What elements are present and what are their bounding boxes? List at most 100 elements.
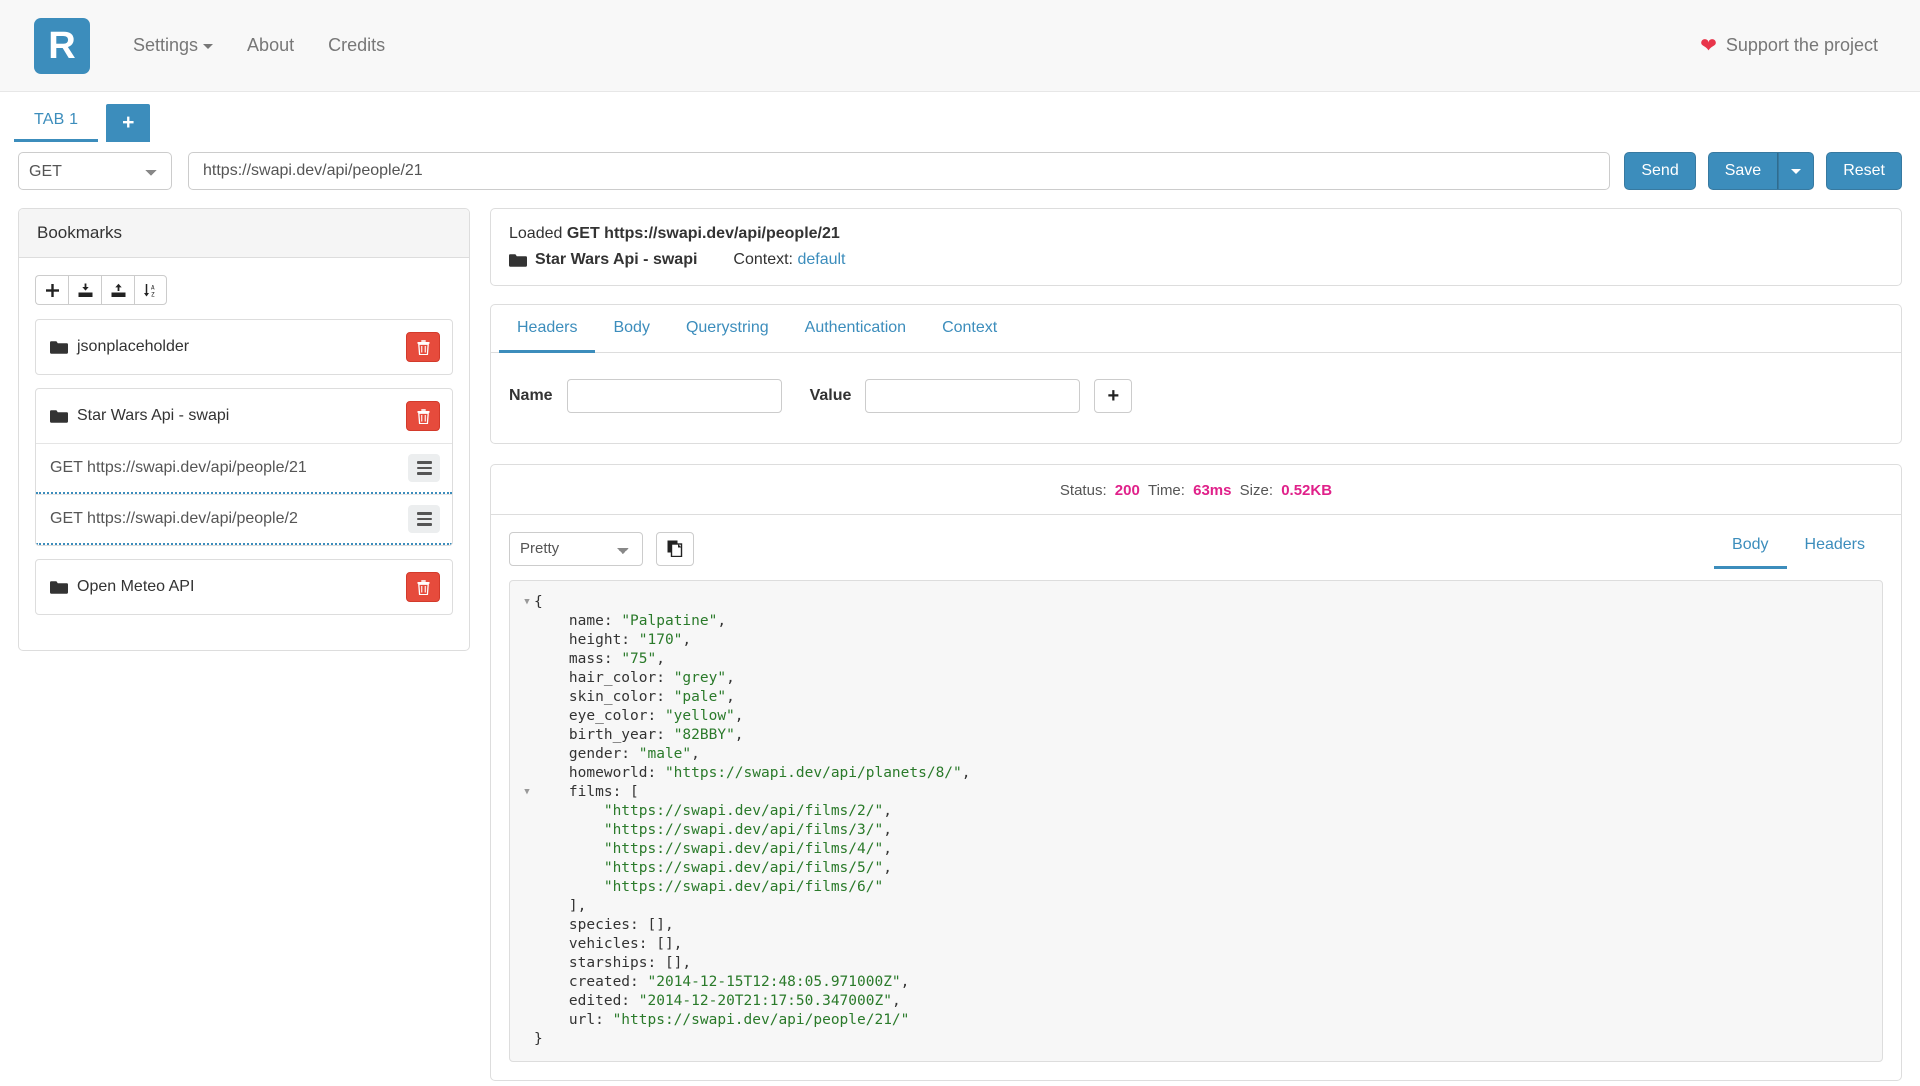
hamburger-icon [416, 512, 432, 526]
tab-1[interactable]: TAB 1 [14, 104, 99, 142]
json-line: url: "https://swapi.dev/api/people/21/" [510, 1011, 1882, 1030]
json-token: "https://swapi.dev/api/films/3/" [603, 822, 884, 838]
json-token: , [961, 765, 971, 781]
bookmark-drag-handle-button[interactable] [408, 505, 440, 533]
bookmark-request-item[interactable]: GET https://swapi.dev/api/people/21 [36, 443, 452, 494]
json-token: { [534, 594, 543, 610]
json-token: edited: [568, 993, 639, 1009]
json-token: , [682, 632, 692, 648]
nav-links: Settings About Credits [116, 35, 402, 56]
json-line: ], [510, 897, 1882, 916]
save-button[interactable]: Save [1707, 152, 1779, 190]
response-tab-headers[interactable]: Headers [1787, 528, 1883, 569]
bookmark-folder-star-wars-api[interactable]: Star Wars Api - swapi [36, 389, 452, 443]
folder-left: Star Wars Api - swapi [50, 407, 229, 425]
response-format-select[interactable]: Pretty [509, 531, 643, 566]
url-input[interactable] [188, 152, 1611, 190]
save-dropdown-button[interactable] [1778, 152, 1815, 190]
tab-headers[interactable]: Headers [499, 305, 596, 353]
json-token: "https://swapi.dev/api/planets/8/" [664, 765, 962, 781]
bookmarks-body: AZ jsonplaceholder Star Wars Api - swapi… [19, 258, 469, 650]
json-line-text: homeworld: "https://swapi.dev/api/planet… [534, 764, 971, 783]
json-line: "https://swapi.dev/api/films/3/", [510, 821, 1882, 840]
loaded-prefix: Loaded [509, 225, 567, 242]
json-token: "https://swapi.dev/api/films/4/" [603, 841, 884, 857]
delete-folder-button[interactable] [406, 401, 440, 431]
json-token: "2014-12-20T21:17:50.347000Z" [638, 993, 892, 1009]
sort-bookmarks-button[interactable]: AZ [134, 275, 167, 305]
tab-querystring[interactable]: Querystring [668, 305, 787, 353]
json-token: created: [568, 974, 648, 990]
response-tab-body[interactable]: Body [1714, 528, 1787, 569]
json-token: , [726, 689, 735, 705]
loaded-folder-line: Star Wars Api - swapi Context: default [509, 251, 1883, 269]
json-line-text: "https://swapi.dev/api/films/6/" [534, 878, 883, 897]
status-value: 200 [1114, 482, 1140, 499]
header-value-input[interactable] [865, 379, 1081, 413]
add-header-button[interactable]: + [1094, 379, 1133, 413]
http-method-select[interactable]: GET [18, 152, 172, 190]
delete-folder-button[interactable] [406, 572, 440, 602]
svg-text:A: A [151, 284, 155, 291]
add-tab-button[interactable]: + [106, 104, 151, 142]
reset-button[interactable]: Reset [1826, 152, 1902, 190]
export-bookmarks-button[interactable] [101, 275, 134, 305]
nav-item-settings[interactable]: Settings [116, 35, 230, 56]
json-line: "https://swapi.dev/api/films/5/", [510, 859, 1882, 878]
json-line-text: url: "https://swapi.dev/api/people/21/" [534, 1011, 909, 1030]
app-logo[interactable]: R [34, 17, 90, 74]
delete-folder-button[interactable] [406, 332, 440, 362]
response-body-viewer[interactable]: ▼{ name: "Palpatine", height: "170", mas… [509, 580, 1883, 1062]
json-token: "https://swapi.dev/api/people/21/" [612, 1012, 910, 1028]
request-config-panel: Headers Body Querystring Authentication … [490, 304, 1902, 444]
copy-response-button[interactable] [656, 531, 694, 566]
bookmark-request-label: GET https://swapi.dev/api/people/2 [50, 510, 298, 527]
bookmark-drag-handle-button[interactable] [408, 454, 440, 482]
json-line: edited: "2014-12-20T21:17:50.347000Z", [510, 992, 1882, 1011]
add-bookmark-button[interactable] [35, 275, 68, 305]
json-token: birth_year: [568, 727, 674, 743]
header-name-label: Name [509, 387, 553, 404]
support-the-project-link[interactable]: ❤ Support the project [1700, 35, 1896, 56]
send-button[interactable]: Send [1624, 152, 1696, 190]
collapse-toggle-icon[interactable]: ▼ [520, 593, 534, 612]
nav-item-about[interactable]: About [230, 35, 311, 56]
tab-body[interactable]: Body [595, 305, 667, 353]
folder-icon [50, 409, 68, 423]
header-name-input[interactable] [566, 379, 782, 413]
bookmark-request-label: GET https://swapi.dev/api/people/21 [50, 459, 307, 476]
tab-context[interactable]: Context [924, 305, 1015, 353]
header-entry-row: Name Value + [491, 353, 1901, 443]
bookmark-group: Open Meteo API [35, 559, 453, 615]
json-line-text: created: "2014-12-15T12:48:05.971000Z", [534, 973, 909, 992]
context-value[interactable]: default [797, 251, 845, 268]
json-token: , [726, 670, 735, 686]
json-token: , [891, 993, 901, 1009]
json-token: , [691, 746, 700, 762]
bookmark-request-item[interactable]: GET https://swapi.dev/api/people/2 [36, 494, 452, 545]
json-token: "pale" [673, 689, 727, 705]
nav-item-credits[interactable]: Credits [311, 35, 402, 56]
tab-authentication[interactable]: Authentication [787, 305, 924, 353]
json-token: starships: [], [568, 955, 692, 971]
json-token: "75" [621, 651, 657, 667]
json-line: vehicles: [], [510, 935, 1882, 954]
bookmark-folder-label: Star Wars Api - swapi [77, 407, 230, 424]
heart-icon: ❤ [1700, 34, 1717, 57]
collapse-toggle-icon[interactable]: ▼ [520, 783, 534, 802]
context-label: Context: [733, 251, 793, 268]
size-label: Size: [1239, 482, 1274, 499]
json-line-text: "https://swapi.dev/api/films/2/", [534, 802, 892, 821]
json-line: eye_color: "yellow", [510, 707, 1882, 726]
import-bookmarks-button[interactable] [68, 275, 101, 305]
json-line: name: "Palpatine", [510, 612, 1882, 631]
json-token: height: [568, 632, 639, 648]
bookmark-folder-open-meteo-api[interactable]: Open Meteo API [36, 560, 452, 614]
bookmark-folder-jsonplaceholder[interactable]: jsonplaceholder [36, 320, 452, 374]
json-line-text: edited: "2014-12-20T21:17:50.347000Z", [534, 992, 901, 1011]
loaded-info-panel: Loaded GET https://swapi.dev/api/people/… [490, 208, 1902, 286]
json-line-text: { [534, 593, 543, 612]
json-token: mass: [568, 651, 622, 667]
bookmarks-panel: Bookmarks AZ jsonplaceholder Star Wars A… [18, 208, 470, 651]
json-token: , [883, 860, 892, 876]
